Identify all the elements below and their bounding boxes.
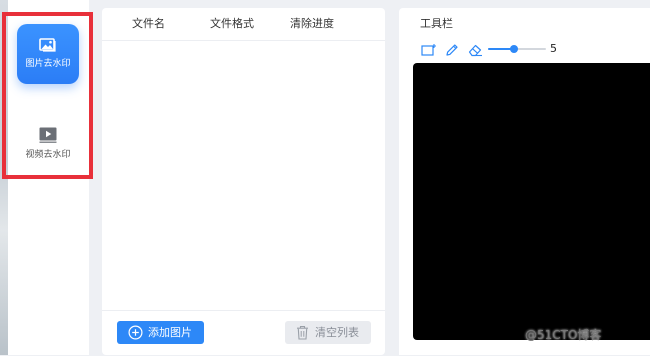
toolbar-title: 工具栏	[420, 17, 453, 30]
image-icon	[39, 37, 57, 52]
desktop-background	[0, 0, 8, 355]
plus-circle-icon	[128, 325, 143, 340]
column-header-format: 文件格式	[210, 17, 254, 30]
clear-list-button[interactable]: 清空列表	[285, 321, 371, 344]
sidebar-item-label: 视频去水印	[25, 150, 71, 160]
add-image-label: 添加图片	[148, 326, 192, 339]
column-header-progress: 清除进度	[290, 17, 334, 30]
clear-list-label: 清空列表	[315, 326, 359, 339]
file-list-footer: 添加图片 清空列表	[102, 310, 385, 356]
eraser-icon[interactable]	[468, 42, 482, 57]
add-image-button[interactable]: 添加图片	[117, 321, 204, 344]
pencil-icon[interactable]	[445, 42, 459, 56]
sidebar-item-image-watermark[interactable]: 图片去水印	[17, 24, 79, 84]
video-play-icon	[39, 127, 57, 143]
sidebar-item-label: 图片去水印	[25, 59, 71, 69]
brush-size-slider[interactable]	[488, 42, 548, 56]
sidebar-item-video-watermark[interactable]: 视频去水印	[17, 120, 79, 170]
watermark-text: @51CTO博客	[525, 328, 602, 342]
toolbar-tools: 5	[399, 42, 650, 58]
image-canvas[interactable]	[413, 63, 650, 340]
toolbar-panel: 工具栏 5	[399, 8, 650, 355]
slider-handle[interactable]	[510, 45, 518, 53]
file-list-panel: 文件名 文件格式 清除进度 添加图片 清空列表	[102, 8, 385, 355]
table-header: 文件名 文件格式 清除进度	[102, 8, 385, 41]
brush-size-value: 5	[550, 42, 557, 55]
trash-icon	[296, 325, 309, 340]
rectangle-select-icon[interactable]	[421, 42, 436, 56]
column-header-filename: 文件名	[132, 17, 165, 30]
